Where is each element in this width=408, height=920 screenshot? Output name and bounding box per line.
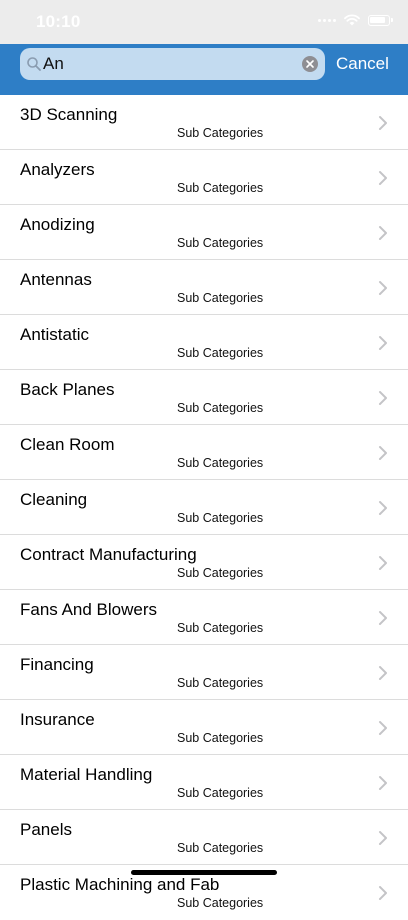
list-item-title: 3D Scanning bbox=[20, 105, 118, 124]
home-indicator bbox=[131, 870, 277, 875]
list-item-subtitle: Sub Categories bbox=[177, 676, 264, 690]
list-item-subtitle: Sub Categories bbox=[177, 841, 264, 855]
list-item-title: Analyzers bbox=[20, 160, 95, 179]
list-item[interactable]: Panels Sub Categories bbox=[0, 810, 408, 865]
search-icon bbox=[27, 57, 41, 71]
battery-icon bbox=[368, 14, 393, 26]
chevron-right-icon bbox=[379, 611, 387, 625]
list-item-subtitle: Sub Categories bbox=[177, 401, 264, 415]
chevron-right-icon bbox=[379, 171, 387, 185]
list-item[interactable]: Material Handling Sub Categories bbox=[0, 755, 408, 810]
list-item-title: Panels bbox=[20, 820, 72, 839]
list-item-subtitle: Sub Categories bbox=[177, 621, 264, 635]
list-item[interactable]: Clean Room Sub Categories bbox=[0, 425, 408, 480]
list-item-title: Insurance bbox=[20, 710, 95, 729]
signal-icon bbox=[318, 18, 336, 22]
clear-icon[interactable] bbox=[302, 56, 318, 72]
chevron-right-icon bbox=[379, 831, 387, 845]
list-item-subtitle: Sub Categories bbox=[177, 456, 264, 470]
category-list: 3D Scanning Sub Categories Analyzers Sub Ca… bbox=[0, 95, 408, 920]
list-item[interactable]: Anodizing Sub Categories bbox=[0, 205, 408, 260]
list-item-title: Contract Manufacturing bbox=[20, 545, 197, 564]
cancel-button[interactable]: Cancel bbox=[336, 54, 389, 74]
list-item[interactable]: Antistatic Sub Categories bbox=[0, 315, 408, 370]
list-item-title: Antistatic bbox=[20, 325, 89, 344]
chevron-right-icon bbox=[379, 776, 387, 790]
list-item-title: Anodizing bbox=[20, 215, 95, 234]
list-item[interactable]: Fans And Blowers Sub Categories bbox=[0, 590, 408, 645]
list-item[interactable]: Antennas Sub Categories bbox=[0, 260, 408, 315]
list-item[interactable]: Insurance Sub Categories bbox=[0, 700, 408, 755]
search-field[interactable]: An bbox=[20, 48, 325, 80]
list-item-subtitle: Sub Categories bbox=[177, 291, 264, 305]
list-item-title: Cleaning bbox=[20, 490, 88, 509]
chevron-right-icon bbox=[379, 886, 387, 900]
list-item-title: Antennas bbox=[20, 270, 92, 289]
list-item[interactable]: Back Planes Sub Categories bbox=[0, 370, 408, 425]
chevron-right-icon bbox=[379, 501, 387, 515]
list-item-title: Financing bbox=[20, 655, 94, 674]
list-item-subtitle: Sub Categories bbox=[177, 511, 264, 525]
list-item-title: Fans And Blowers bbox=[20, 600, 158, 619]
list-item[interactable]: 3D Scanning Sub Categories bbox=[0, 95, 408, 150]
list-item[interactable]: Contract Manufacturing Sub Categories bbox=[0, 535, 408, 590]
list-item-subtitle: Sub Categories bbox=[177, 181, 264, 195]
status-icons bbox=[318, 14, 393, 26]
chevron-right-icon bbox=[379, 226, 387, 240]
status-bar: 10:10 bbox=[0, 0, 408, 44]
list-item-subtitle: Sub Categories bbox=[177, 236, 264, 250]
list-item-title: Plastic Machining and Fab bbox=[20, 875, 220, 894]
status-time: 10:10 bbox=[36, 12, 81, 31]
list-item[interactable]: Financing Sub Categories bbox=[0, 645, 408, 700]
chevron-right-icon bbox=[379, 116, 387, 130]
list-item-subtitle: Sub Categories bbox=[177, 786, 264, 800]
chevron-right-icon bbox=[379, 721, 387, 735]
list-item-subtitle: Sub Categories bbox=[177, 566, 264, 580]
list-item-title: Back Planes bbox=[20, 380, 115, 399]
list-item-subtitle: Sub Categories bbox=[177, 346, 264, 360]
chevron-right-icon bbox=[379, 666, 387, 680]
chevron-right-icon bbox=[379, 336, 387, 350]
chevron-right-icon bbox=[379, 281, 387, 295]
chevron-right-icon bbox=[379, 446, 387, 460]
list-item-title: Clean Room bbox=[20, 435, 115, 454]
list-item-subtitle: Sub Categories bbox=[177, 896, 264, 910]
search-input[interactable]: An bbox=[43, 54, 64, 74]
list-item-title: Material Handling bbox=[20, 765, 153, 784]
list-item-subtitle: Sub Categories bbox=[177, 731, 264, 745]
search-bar: An Cancel bbox=[0, 44, 408, 95]
chevron-right-icon bbox=[379, 556, 387, 570]
list-item[interactable]: Analyzers Sub Categories bbox=[0, 150, 408, 205]
chevron-right-icon bbox=[379, 391, 387, 405]
wifi-icon bbox=[344, 14, 360, 26]
list-item-subtitle: Sub Categories bbox=[177, 126, 264, 140]
list-item[interactable]: Cleaning Sub Categories bbox=[0, 480, 408, 535]
